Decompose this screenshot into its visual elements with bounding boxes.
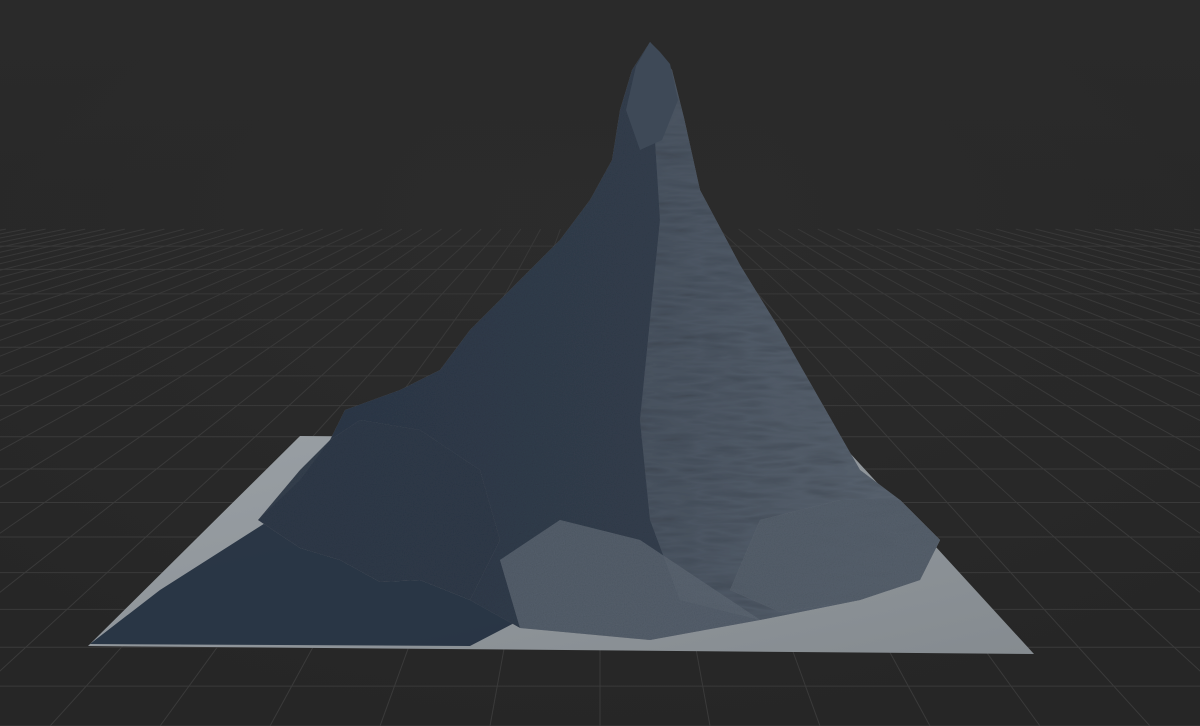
- 3d-viewport[interactable]: [0, 0, 1200, 726]
- viewport-canvas[interactable]: [0, 0, 1200, 726]
